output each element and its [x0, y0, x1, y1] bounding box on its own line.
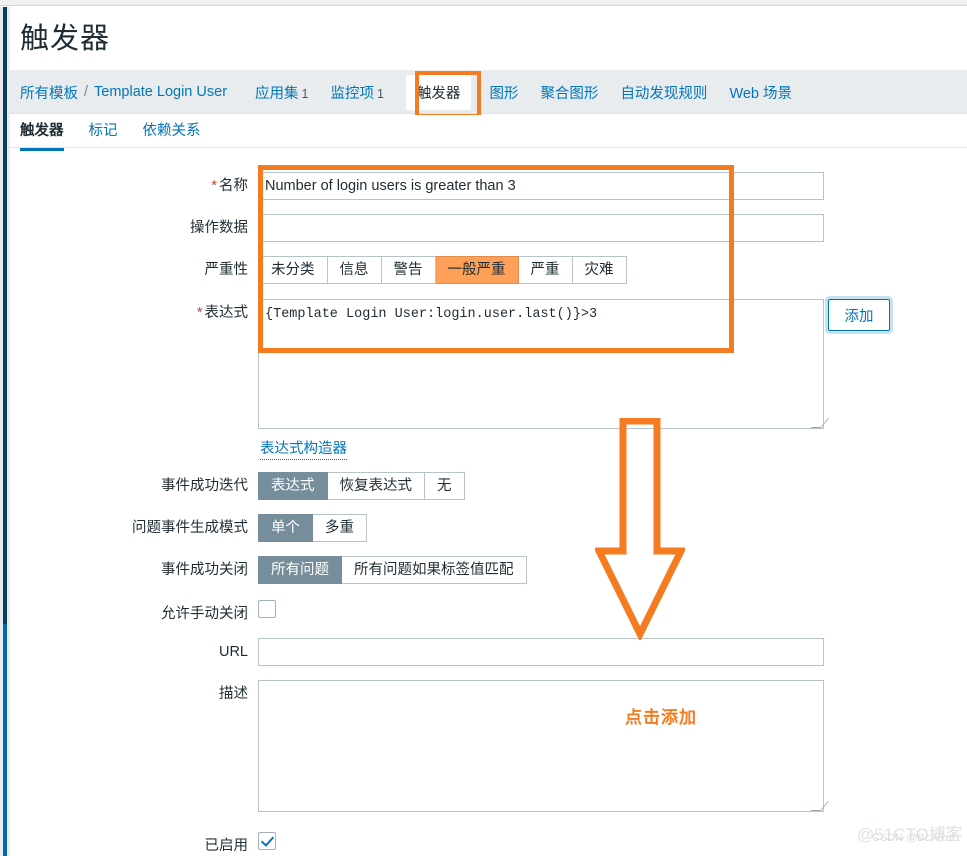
page-header: 触发器 [10, 7, 967, 70]
zabbix-trigger-config-page: 触发器 所有模板 / Template Login User 应用集 1 监控项 1… [0, 0, 967, 856]
label-url: URL [218, 644, 248, 660]
severity-option-information[interactable]: 信息 [327, 256, 382, 284]
label-expression-text: 表达式 [204, 305, 249, 321]
sidebar-navy-band [3, 7, 7, 624]
nav-item-items-label: 监控项 [330, 85, 374, 102]
tab-dependencies[interactable]: 依赖关系 [143, 115, 201, 151]
breadcrumb-all-templates[interactable]: 所有模板 [20, 82, 78, 103]
ok-event-option-recovery-expression[interactable]: 恢复表达式 [327, 472, 425, 500]
label-allow-manual-close: 允许手动关闭 [161, 606, 248, 622]
row-problem-event-generation-mode: 问题事件生成模式 单个 多重 [10, 514, 367, 542]
nav-item-discovery-rules[interactable]: 自动发现规则 [620, 82, 707, 103]
label-expression: * 表达式 [10, 299, 258, 327]
nav-item-items[interactable]: 监控项 1 [330, 82, 383, 103]
label-ok-event-closes: 事件成功关闭 [161, 562, 248, 578]
expression-constructor-link[interactable]: 表达式构造器 [260, 437, 347, 460]
nav-item-applications[interactable]: 应用集 1 [255, 82, 308, 103]
nav-item-applications-label: 应用集 [255, 85, 299, 102]
nav-item-applications-count: 1 [301, 86, 309, 101]
label-name-text: 名称 [219, 178, 248, 194]
severity-option-warning[interactable]: 警告 [381, 256, 436, 284]
label-problem-event-generation-mode: 问题事件生成模式 [132, 520, 248, 536]
nav-item-triggers[interactable]: 触发器 [405, 74, 472, 110]
url-input[interactable] [258, 638, 824, 666]
problem-event-mode-segmented-control: 单个 多重 [258, 514, 367, 542]
label-ok-event-generation: 事件成功迭代 [161, 478, 248, 494]
breadcrumb-template-name[interactable]: Template Login User [94, 84, 227, 100]
nav-item-items-count: 1 [376, 86, 384, 101]
browser-top-strip [0, 0, 967, 6]
label-name: * 名称 [10, 172, 258, 200]
watermark-primary: @51CTO博客 [857, 825, 963, 844]
ok-event-closes-option-tag-match[interactable]: 所有问题如果标签值匹配 [342, 556, 527, 584]
sidebar-scrollbar[interactable] [3, 624, 7, 856]
row-enabled: 已启用 [10, 832, 276, 856]
label-description: 描述 [219, 686, 248, 702]
required-marker-expression: * [196, 305, 203, 321]
row-event-name: 操作数据 [10, 214, 824, 242]
breadcrumb-nav-bar: 所有模板 / Template Login User 应用集 1 监控项 1 触发器… [10, 70, 967, 114]
nav-item-web-scenarios[interactable]: Web 场景 [729, 82, 792, 103]
severity-option-not-classified[interactable]: 未分类 [258, 256, 328, 284]
event-name-input[interactable] [258, 214, 824, 242]
nav-item-graphs[interactable]: 图形 [489, 82, 518, 103]
severity-option-high[interactable]: 严重 [518, 256, 573, 284]
row-name: * 名称 [10, 172, 824, 200]
tab-tags[interactable]: 标记 [89, 115, 118, 151]
label-severity: 严重性 [204, 262, 249, 278]
row-expression: * 表达式 {Template Login User:login.user.las… [10, 299, 824, 429]
severity-option-average[interactable]: 一般严重 [435, 256, 519, 284]
tab-trigger[interactable]: 触发器 [20, 115, 64, 151]
severity-option-disaster[interactable]: 灾难 [572, 256, 627, 284]
name-input[interactable] [258, 172, 824, 200]
enabled-checkbox[interactable] [258, 832, 276, 850]
row-allow-manual-close: 允许手动关闭 [10, 600, 276, 628]
ok-event-closes-segmented-control: 所有问题 所有问题如果标签值匹配 [258, 556, 527, 584]
annotation-arrow-down-icon [593, 417, 687, 642]
watermark-secondary: CSDN @BcARef [872, 832, 955, 844]
row-severity: 严重性 未分类 信息 警告 一般严重 严重 灾难 [10, 256, 627, 284]
form-tab-strip: 触发器 标记 依赖关系 [10, 115, 967, 151]
row-description: 描述 [10, 680, 824, 812]
label-event-name: 操作数据 [190, 220, 248, 236]
ok-event-closes-option-all-problems[interactable]: 所有问题 [258, 556, 342, 584]
row-ok-event-generation: 事件成功迭代 表达式 恢复表达式 无 [10, 472, 465, 500]
allow-manual-close-checkbox[interactable] [258, 600, 276, 618]
problem-event-option-single[interactable]: 单个 [258, 514, 313, 542]
breadcrumb-separator: / [84, 84, 89, 100]
add-expression-button[interactable]: 添加 [828, 299, 890, 331]
problem-event-option-multiple[interactable]: 多重 [313, 514, 367, 542]
severity-segmented-control: 未分类 信息 警告 一般严重 严重 灾难 [258, 256, 627, 284]
required-marker-name: * [211, 178, 217, 194]
ok-event-option-none[interactable]: 无 [425, 472, 465, 500]
nav-item-screens[interactable]: 聚合图形 [540, 82, 598, 103]
expression-textarea[interactable]: {Template Login User:login.user.last()}>… [258, 299, 824, 429]
breadcrumb: 所有模板 / Template Login User 应用集 1 监控项 1 触发器… [20, 70, 814, 114]
left-sidebar-strip[interactable] [0, 7, 10, 856]
page-title: 触发器 [20, 23, 111, 55]
row-ok-event-closes: 事件成功关闭 所有问题 所有问题如果标签值匹配 [10, 556, 527, 584]
description-textarea[interactable] [258, 680, 824, 812]
ok-event-generation-segmented-control: 表达式 恢复表达式 无 [258, 472, 465, 500]
ok-event-option-expression[interactable]: 表达式 [258, 472, 328, 500]
label-enabled: 已启用 [204, 838, 249, 854]
row-url: URL [10, 638, 824, 666]
